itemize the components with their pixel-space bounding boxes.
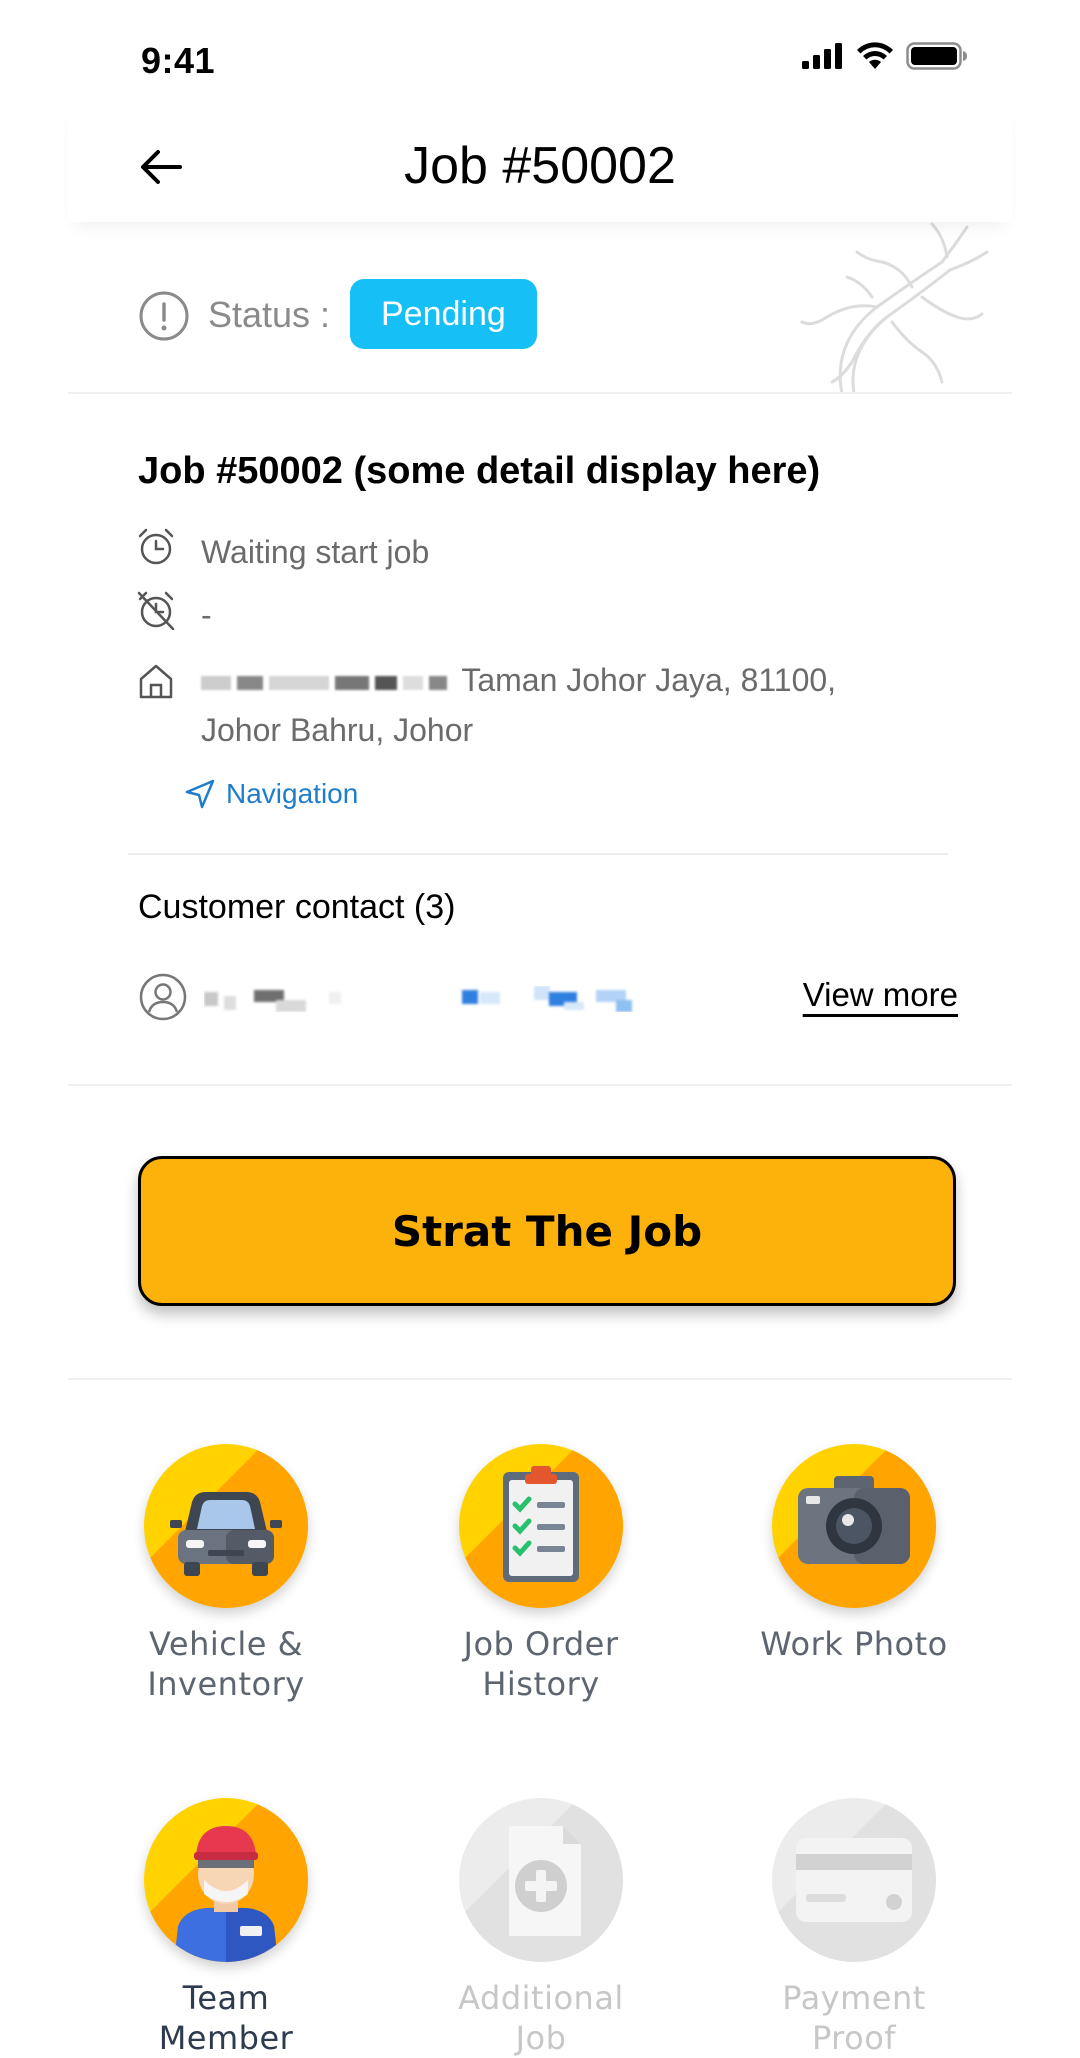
address-row: Taman Johor Jaya, 81100, Johor Bahru, Jo… <box>136 655 961 755</box>
checklist-icon <box>459 1444 623 1608</box>
tile-label: Payment Proof <box>734 1978 974 2058</box>
tile-work-photo[interactable]: Work Photo <box>734 1444 974 1664</box>
section-divider <box>68 1084 1012 1086</box>
status-bar: 9:41 <box>68 0 1012 100</box>
redacted-contact-info <box>204 986 632 1012</box>
tile-label-line1: Job Order <box>463 1625 619 1663</box>
alarm-clock-icon <box>138 528 174 565</box>
tile-payment-proof[interactable]: Payment Proof <box>734 1798 974 2058</box>
address-text: Taman Johor Jaya, 81100, Johor Bahru, Jo… <box>201 655 961 755</box>
tile-label-line1: Team <box>182 1979 270 2017</box>
wifi-icon <box>857 42 893 69</box>
tile-label-line1: Vehicle & <box>148 1625 304 1663</box>
section-divider <box>68 1378 1012 1380</box>
clock: 9:41 <box>141 40 216 81</box>
end-time-text: - <box>201 597 212 633</box>
tile-additional-job[interactable]: Additional Job <box>421 1798 661 2058</box>
tile-vehicle-inventory[interactable]: Vehicle & Inventory <box>106 1444 346 1704</box>
job-detail-screen: 9:41 Job #50002 Status: Pending Job #50… <box>68 0 1012 2057</box>
home-icon <box>139 664 173 699</box>
redacted-address-part <box>201 662 461 698</box>
termite-watermark-icon <box>800 222 989 394</box>
tile-label: Vehicle & Inventory <box>106 1624 346 1704</box>
tile-label: Work Photo <box>734 1624 974 1664</box>
tile-label: Team Member <box>106 1978 346 2058</box>
signal-icon <box>802 43 842 69</box>
status-badge: Pending <box>350 279 537 349</box>
tile-label-line1: Payment <box>782 1979 926 2017</box>
customer-contact-title: Customer contact (3) <box>138 888 456 926</box>
tile-job-order-history[interactable]: Job Order History <box>421 1444 661 1704</box>
tile-label-line2: Job <box>515 2019 567 2057</box>
address-line-1: Taman Johor Jaya, 81100, <box>461 662 837 698</box>
credit-card-icon <box>772 1798 936 1962</box>
battery-icon <box>906 42 967 70</box>
user-circle-icon <box>139 973 187 1021</box>
car-icon <box>144 1444 308 1608</box>
view-more-link[interactable]: View more <box>803 976 958 1014</box>
navigation-link[interactable]: Navigation <box>184 778 358 810</box>
tile-label-line1: Additional <box>458 1979 624 2017</box>
details-divider <box>128 853 948 855</box>
status-icons <box>802 42 968 70</box>
alarm-off-icon <box>137 591 175 630</box>
tile-label-line2: Proof <box>811 2019 897 2057</box>
tile-label-line1: Work Photo <box>760 1625 948 1663</box>
navigation-arrow-icon <box>185 779 215 809</box>
address-line-2: Johor Bahru, Johor <box>201 712 474 748</box>
end-time-row: - <box>136 590 212 640</box>
start-time-text: Waiting start job <box>201 534 430 570</box>
app-header: Job #50002 <box>68 100 1012 222</box>
section-divider <box>68 392 1012 394</box>
worker-icon <box>144 1798 308 1962</box>
status-label: Status : <box>208 294 331 335</box>
start-time-row: Waiting start job <box>136 527 429 577</box>
customer-contact-row: View more <box>138 972 958 1022</box>
start-job-button[interactable]: Strat The Job <box>138 1156 956 1306</box>
status-section: Status : Pending <box>68 222 1012 394</box>
tile-team-member[interactable]: Team Member <box>106 1798 346 2058</box>
add-document-icon <box>459 1798 623 1962</box>
alert-circle-icon <box>139 291 189 341</box>
page-title: Job #50002 <box>404 137 676 195</box>
tile-label: Job Order History <box>421 1624 661 1704</box>
camera-icon <box>772 1444 936 1608</box>
navigation-label: Navigation <box>226 778 359 809</box>
job-heading: Job #50002 (some detail display here) <box>138 450 821 492</box>
tile-label-line2: Member <box>158 2019 294 2057</box>
tile-label-line2: Inventory <box>147 1665 305 1703</box>
tile-label-line2: History <box>482 1665 600 1703</box>
tile-label: Additional Job <box>421 1978 661 2058</box>
